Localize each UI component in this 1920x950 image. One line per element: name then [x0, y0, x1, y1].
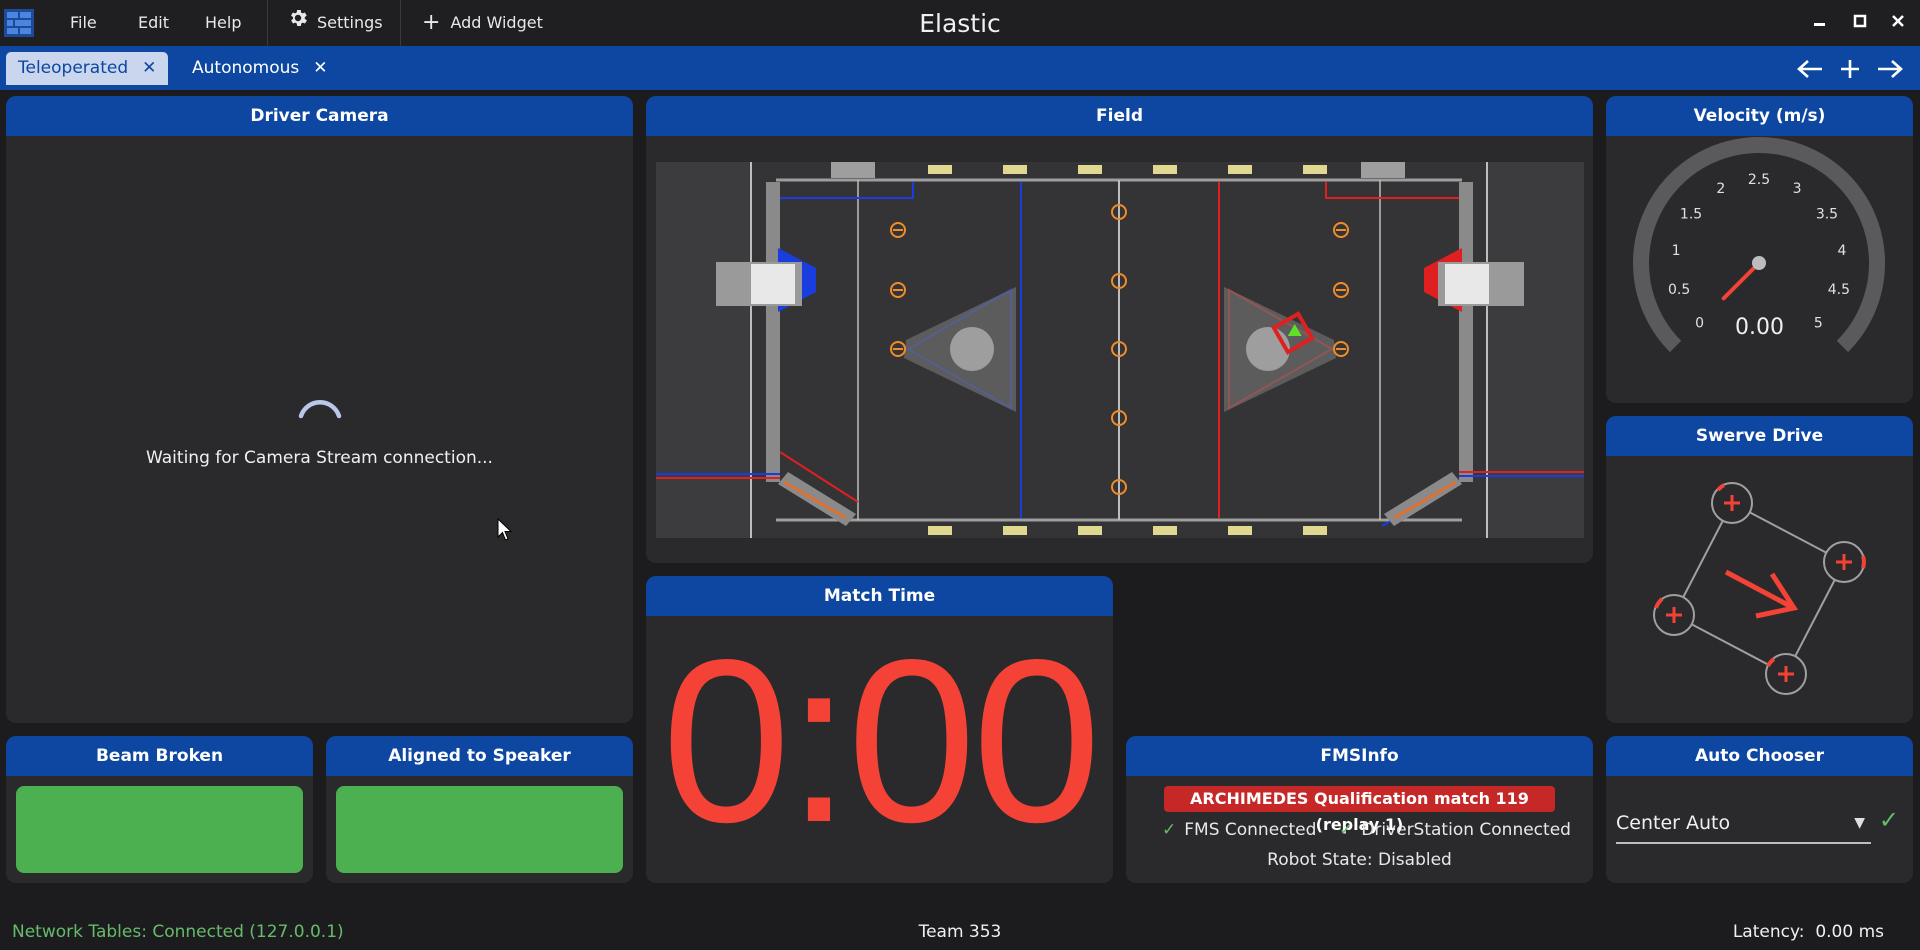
auto-selected-value: Center Auto	[1616, 812, 1731, 834]
widget-title: Match Time	[646, 576, 1113, 616]
widget-title: Driver Camera	[6, 96, 633, 136]
fms-event-badge: ARCHIMEDES Qualification match 119 (repl…	[1164, 786, 1555, 834]
close-icon[interactable]: ✕	[142, 58, 156, 78]
gauge-tick-label: 4	[1838, 243, 1847, 259]
menu-file[interactable]: File	[70, 0, 97, 46]
ds-connected-label: DriverStation Connected	[1361, 820, 1571, 840]
widget-title: FMSInfo	[1126, 736, 1593, 776]
velocity-value: 0.00	[1735, 315, 1784, 340]
aligned-to-speaker-widget[interactable]: Aligned to Speaker	[326, 736, 633, 883]
menu-edit[interactable]: Edit	[138, 0, 169, 46]
widget-title: Aligned to Speaker	[326, 736, 633, 776]
ds-connected-status: ✓ DriverStation Connected	[1339, 820, 1571, 840]
tab-teleoperated[interactable]: Teleoperated ✕	[6, 52, 169, 85]
swerve-diagram	[1653, 482, 1866, 695]
app-logo-icon[interactable]	[4, 9, 34, 37]
arrow-left-icon[interactable]	[1792, 46, 1828, 90]
tab-bar: Teleoperated ✕ Autonomous ✕	[0, 46, 1920, 90]
fms-body: ARCHIMEDES Qualification match 119 (repl…	[1126, 776, 1593, 883]
beam-broken-widget[interactable]: Beam Broken	[6, 736, 313, 883]
match-time-value: 0:00	[661, 612, 1102, 871]
add-widget-label: Add Widget	[450, 13, 543, 32]
tab-label: Autonomous	[192, 58, 300, 78]
widget-title: Beam Broken	[6, 736, 313, 776]
check-icon: ✓	[1162, 820, 1177, 840]
gauge-tick-label: 2	[1716, 181, 1725, 197]
gauge-tick-label: 3.5	[1816, 207, 1838, 223]
tab-label: Teleoperated	[18, 58, 129, 78]
swerve-module	[1653, 594, 1695, 636]
gauge-tick-label: 0.5	[1668, 282, 1690, 298]
swerve-module	[1765, 653, 1807, 695]
gauge-needle	[1721, 261, 1761, 301]
gear-icon	[287, 1, 309, 47]
check-icon: ✓	[1339, 820, 1354, 840]
widget-title: Field	[646, 96, 1593, 136]
loading-spinner-icon	[298, 400, 342, 419]
widget-title: Velocity (m/s)	[1606, 96, 1913, 136]
title-bar: File Edit Help Settings + Add Widget Elas…	[0, 0, 1920, 46]
latency-readout: Latency: 0.00 ms	[1732, 922, 1884, 942]
check-icon[interactable]: ✓	[1879, 806, 1899, 834]
fms-connected-status: ✓ FMS Connected	[1162, 820, 1316, 840]
velocity-gauge: 00.511.522.533.544.55	[1633, 137, 1885, 353]
field-map[interactable]	[656, 162, 1584, 538]
gauge-tick-label: 2.5	[1748, 172, 1770, 188]
aligned-indicator	[336, 786, 623, 873]
close-icon[interactable]: ✕	[313, 58, 327, 78]
gauge-tick-label: 3	[1793, 181, 1802, 197]
minimize-icon[interactable]	[1800, 0, 1840, 46]
widget-title: Auto Chooser	[1606, 736, 1913, 776]
team-number: Team 353	[918, 922, 1002, 942]
gauge-tick-label: 1	[1672, 243, 1681, 259]
velocity-widget[interactable]: Velocity (m/s) 0 0.5 1 1.5 2 2.5 3 3.5 4 4.5 5 0.0…	[1606, 96, 1913, 403]
robot-state: Robot State: Disabled	[1267, 850, 1452, 870]
gauge-tick-label: 1.5	[1680, 207, 1702, 223]
settings-label: Settings	[317, 13, 383, 32]
arrow-right-icon[interactable]	[1872, 46, 1908, 90]
settings-button[interactable]: Settings	[287, 0, 383, 46]
menu-separator	[267, 0, 268, 46]
mouse-cursor-icon	[497, 518, 513, 541]
add-widget-button[interactable]: + Add Widget	[422, 0, 543, 46]
gauge-tick-label: 4.5	[1828, 282, 1850, 298]
plus-icon: +	[422, 10, 441, 35]
fms-info-widget[interactable]: FMSInfo ARCHIMEDES Qualification match 1…	[1126, 736, 1593, 883]
match-time-widget[interactable]: Match Time 0:00	[646, 576, 1113, 883]
close-window-icon[interactable]	[1878, 0, 1918, 46]
swerve-module	[1823, 541, 1866, 583]
swerve-module	[1711, 482, 1753, 524]
fms-connected-label: FMS Connected	[1184, 820, 1317, 840]
gauge-hub	[1752, 256, 1766, 270]
caret-down-icon: ▼	[1854, 815, 1865, 831]
direction-arrow-icon	[1724, 569, 1799, 619]
auto-select-dropdown[interactable]: Center Auto ▼	[1616, 804, 1871, 844]
menu-help[interactable]: Help	[205, 0, 241, 46]
camera-status-text: Waiting for Camera Stream connection...	[146, 448, 493, 468]
swerve-drive-widget[interactable]: Swerve Drive	[1606, 416, 1913, 723]
add-tab-icon[interactable]	[1832, 46, 1868, 90]
widget-title: Swerve Drive	[1606, 416, 1913, 456]
status-bar: Network Tables: Connected (127.0.0.1) Te…	[0, 914, 1920, 950]
maximize-icon[interactable]	[1840, 0, 1880, 46]
driver-camera-widget[interactable]: Driver Camera Waiting for Camera Stream …	[6, 96, 633, 723]
menu-separator	[400, 0, 401, 46]
beam-broken-indicator	[16, 786, 303, 873]
auto-chooser-body: Center Auto ▼ ✓	[1606, 776, 1913, 883]
tab-autonomous[interactable]: Autonomous ✕	[180, 52, 340, 85]
auto-chooser-widget[interactable]: Auto Chooser Center Auto ▼ ✓	[1606, 736, 1913, 883]
field-widget[interactable]: Field	[646, 96, 1593, 563]
